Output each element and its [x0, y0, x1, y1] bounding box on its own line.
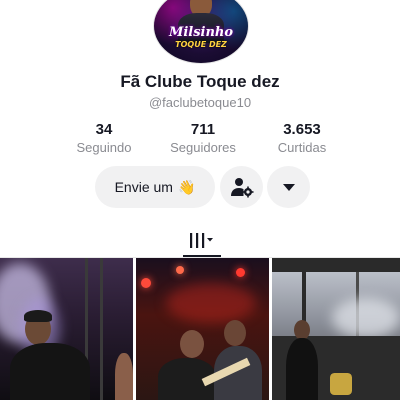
waving-hand-icon: 👋 [177, 178, 196, 195]
avatar-logo-subtext: TOQUE DEZ [175, 40, 227, 49]
stage-roof [272, 258, 400, 272]
saxophone [330, 373, 352, 395]
sky [332, 298, 400, 338]
stat-following-value: 34 [95, 121, 113, 138]
message-button-label: Envie um [114, 179, 173, 195]
message-button[interactable]: Envie um 👋 [95, 166, 215, 208]
stat-likes[interactable]: 3.653 Curtidas [252, 121, 352, 155]
performer-head [294, 320, 310, 340]
video-thumbnail-3[interactable] [272, 258, 400, 400]
stat-likes-value: 3.653 [283, 121, 321, 138]
grid-icon [190, 233, 213, 248]
stat-following-label: Seguindo [76, 140, 132, 155]
avatar-logo-text: Milsinho [168, 25, 234, 40]
profile-handle: @faclubetoque10 [148, 95, 252, 110]
video-thumbnail-2[interactable] [136, 258, 269, 400]
stage-light [176, 266, 184, 274]
profile-avatar[interactable]: Milsinho TOQUE DEZ [153, 0, 249, 64]
guitarist-head [180, 330, 204, 358]
video-thumbnail-1[interactable] [0, 258, 133, 400]
add-friend-button[interactable] [220, 166, 263, 208]
stat-followers-value: 711 [190, 121, 216, 138]
more-options-button[interactable] [267, 166, 310, 208]
add-friend-icon [230, 178, 253, 198]
singer-body [10, 343, 90, 400]
stage-light [141, 278, 151, 288]
profile-name: Fã Clube Toque dez [120, 72, 280, 91]
performer-body [286, 338, 318, 400]
audience-person [115, 353, 133, 400]
singer-hair [24, 310, 52, 322]
stage-truss [100, 258, 103, 400]
stat-likes-label: Curtidas [277, 140, 327, 155]
stat-following[interactable]: 34 Seguindo [54, 121, 154, 155]
stat-followers[interactable]: 711 Seguidores [153, 121, 253, 155]
stage-haze [166, 283, 256, 323]
caret-down-icon [282, 184, 295, 191]
tab-videos[interactable] [183, 225, 221, 257]
stage-light [236, 268, 245, 277]
profile-stats: 34 Seguindo 711 Seguidores 3.653 Curtida… [0, 121, 400, 161]
singer-head [224, 320, 246, 346]
stat-followers-label: Seguidores [170, 140, 236, 155]
